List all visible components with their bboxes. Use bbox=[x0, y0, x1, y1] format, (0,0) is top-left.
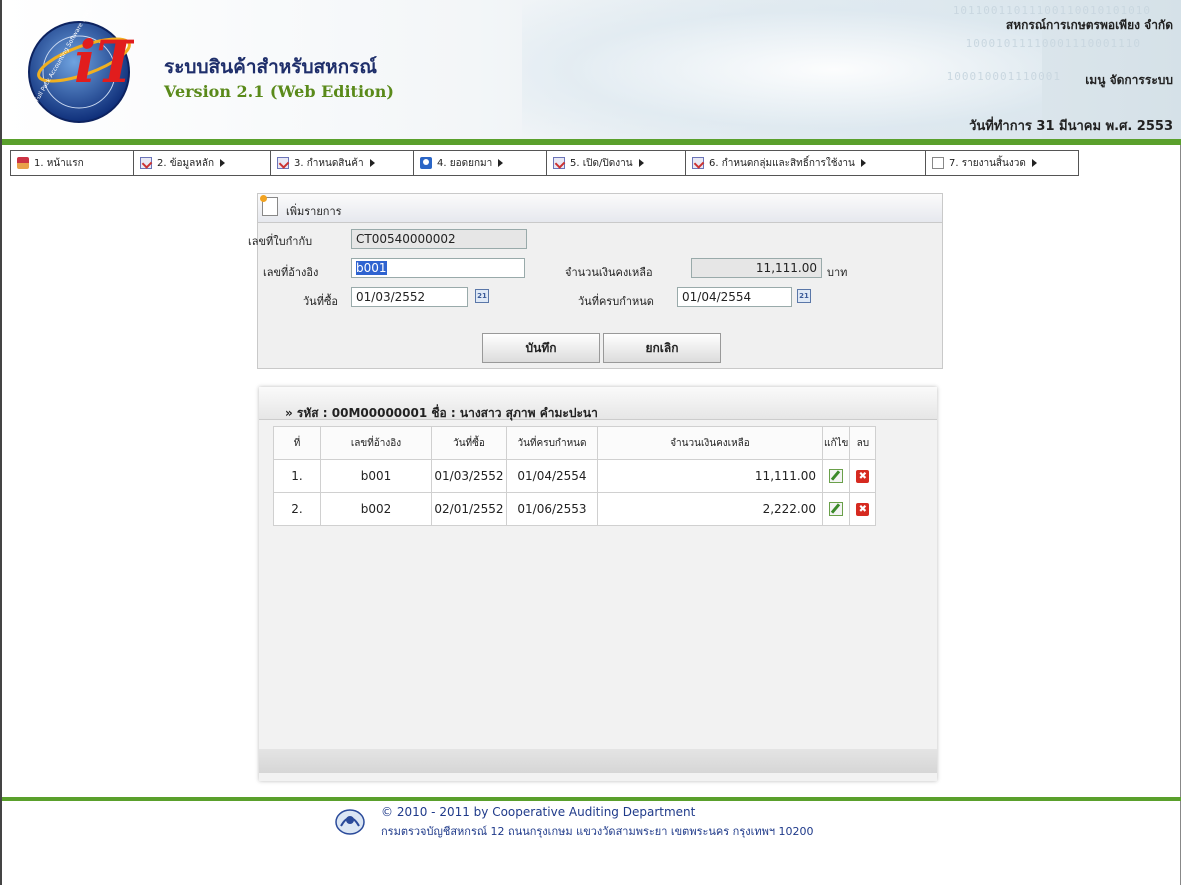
work-date-value: 31 มีนาคม พ.ศ. 2553 bbox=[1036, 119, 1173, 134]
delete-icon[interactable]: ✖ bbox=[856, 470, 870, 483]
column-header-edit: แก้ไข bbox=[821, 426, 851, 460]
cell-delete: ✖ bbox=[849, 459, 877, 493]
footer-divider bbox=[2, 797, 1181, 801]
invoice-number-field[interactable]: CT00540000002 bbox=[351, 229, 527, 249]
department-address: กรมตรวจบัญชีสหกรณ์ 12 ถนนกรุงเกษม แขวงวั… bbox=[381, 825, 814, 838]
submenu-arrow-icon bbox=[638, 159, 644, 167]
panel-title: เพิ่มรายการ bbox=[286, 205, 342, 218]
submenu-arrow-icon bbox=[860, 159, 866, 167]
column-header-no: ที่ bbox=[273, 426, 321, 460]
reference-number-value: b001 bbox=[356, 261, 387, 275]
cell-balance: 2,222.00 bbox=[597, 492, 823, 526]
reference-number-label: เลขที่อ้างอิง bbox=[263, 266, 319, 279]
checklist-icon bbox=[140, 157, 152, 169]
logo-text: iT bbox=[74, 28, 134, 96]
work-date-label: วันที่ทำการ bbox=[969, 119, 1032, 134]
menu-item-label: 4. ยอดยกมา bbox=[437, 157, 493, 169]
calendar-icon[interactable]: 21 bbox=[797, 289, 811, 303]
cell-purchase-date: 02/01/2552 bbox=[431, 492, 507, 526]
menu-item-label: 7. รายงานสิ้นงวด bbox=[949, 157, 1026, 169]
records-panel-header: » รหัส : 00M00000001 ชื่อ : นางสาว สุภาพ… bbox=[259, 387, 937, 420]
balance-field[interactable]: 11,111.00 bbox=[691, 258, 822, 278]
cooperative-name: สหกรณ์การเกษตรพอเพียง จำกัด bbox=[1005, 18, 1173, 32]
app-version: Version 2.1 (Web Edition) bbox=[164, 82, 394, 101]
member-info-title: » รหัส : 00M00000001 ชื่อ : นางสาว สุภาพ… bbox=[285, 406, 598, 420]
column-header-purchase-date: วันที่ซื้อ bbox=[431, 426, 507, 460]
cell-due-date: 01/06/2553 bbox=[506, 492, 598, 526]
table-row: 2. b002 02/01/2552 01/06/2553 2,222.00 ✖ bbox=[273, 492, 877, 526]
balance-label: จำนวนเงินคงเหลือ bbox=[565, 266, 653, 279]
menu-item-period-report[interactable]: 7. รายงานสิ้นงวด bbox=[926, 151, 1078, 175]
checklist-icon bbox=[692, 157, 704, 169]
calendar-icon[interactable]: 21 bbox=[475, 289, 489, 303]
menu-item-home[interactable]: 1. หน้าแรก bbox=[11, 151, 134, 175]
fas-logo: iT Full Pack Accounting Software : FAS bbox=[28, 10, 134, 123]
column-header-due-date: วันที่ครบกำหนด bbox=[506, 426, 598, 460]
menu-item-label: 2. ข้อมูลหลัก bbox=[157, 157, 215, 169]
home-icon bbox=[17, 157, 29, 169]
add-record-panel: เพิ่มรายการ bbox=[257, 193, 943, 369]
edit-icon[interactable] bbox=[829, 469, 844, 484]
purchase-date-label: วันที่ซื้อ bbox=[303, 295, 339, 308]
menu-item-label: 5. เปิด/ปิดงาน bbox=[570, 157, 633, 169]
table-header-row: ที่ เลขที่อ้างอิง วันที่ซื้อ วันที่ครบกำ… bbox=[273, 426, 877, 460]
column-header-balance: จำนวนเงินคงเหลือ bbox=[597, 426, 823, 460]
main-menu: 1. หน้าแรก 2. ข้อมูลหลัก 3. กำหนดสินค้า … bbox=[10, 150, 1079, 176]
menu-item-label: 6. กำหนดกลุ่มและสิทธิ์การใช้งาน bbox=[709, 157, 855, 169]
cell-edit bbox=[821, 492, 851, 526]
copyright-text: © 2010 - 2011 by Cooperative Auditing De… bbox=[381, 805, 696, 819]
invoice-number-label: เลขที่ใบกำกับ bbox=[248, 235, 313, 248]
checklist-icon bbox=[553, 157, 565, 169]
records-panel: » รหัส : 00M00000001 ชื่อ : นางสาว สุภาพ… bbox=[259, 387, 937, 781]
menu-item-groups-permissions[interactable]: 6. กำหนดกลุ่มและสิทธิ์การใช้งาน bbox=[686, 151, 926, 175]
delete-icon[interactable]: ✖ bbox=[856, 503, 870, 516]
menu-item-label: 3. กำหนดสินค้า bbox=[294, 157, 364, 169]
menu-item-define-product[interactable]: 3. กำหนดสินค้า bbox=[271, 151, 414, 175]
save-button[interactable]: บันทึก bbox=[482, 333, 600, 363]
panel-header: เพิ่มรายการ bbox=[258, 194, 942, 223]
header-binary-pattern: 100010001110001 bbox=[946, 70, 1061, 83]
app-header: 10110011011100110010101010 1000101111000… bbox=[2, 0, 1181, 139]
page-icon bbox=[932, 157, 944, 169]
header-divider bbox=[2, 139, 1181, 145]
reference-number-input[interactable]: b001 bbox=[351, 258, 525, 278]
records-panel-footer bbox=[259, 749, 937, 773]
cell-edit bbox=[821, 459, 851, 493]
submenu-arrow-icon bbox=[498, 159, 504, 167]
cell-reference: b001 bbox=[320, 459, 432, 493]
cell-no: 1. bbox=[273, 459, 321, 493]
department-seal-icon bbox=[335, 809, 365, 835]
menu-item-open-close-work[interactable]: 5. เปิด/ปิดงาน bbox=[547, 151, 686, 175]
submenu-arrow-icon bbox=[220, 159, 226, 167]
menu-item-label: 1. หน้าแรก bbox=[34, 157, 84, 169]
cancel-button[interactable]: ยกเลิก bbox=[603, 333, 721, 363]
cell-balance: 11,111.00 bbox=[597, 459, 823, 493]
header-binary-pattern: 10001011110001110001110 bbox=[965, 37, 1141, 50]
table-row: 1. b001 01/03/2552 01/04/2554 11,111.00 … bbox=[273, 459, 877, 493]
cell-purchase-date: 01/03/2552 bbox=[431, 459, 507, 493]
records-table: ที่ เลขที่อ้างอิง วันที่ซื้อ วันที่ครบกำ… bbox=[273, 426, 877, 526]
info-icon bbox=[420, 157, 432, 169]
system-menu-label: เมนู จัดการระบบ bbox=[1085, 73, 1173, 87]
submenu-arrow-icon bbox=[369, 159, 375, 167]
column-header-delete: ลบ bbox=[849, 426, 877, 460]
submenu-arrow-icon bbox=[1031, 159, 1037, 167]
edit-icon[interactable] bbox=[829, 502, 844, 517]
cell-no: 2. bbox=[273, 492, 321, 526]
menu-item-opening-balance[interactable]: 4. ยอดยกมา bbox=[414, 151, 547, 175]
app-title: ระบบสินค้าสำหรับสหกรณ์ bbox=[164, 56, 378, 78]
cell-due-date: 01/04/2554 bbox=[506, 459, 598, 493]
due-date-label: วันที่ครบกำหนด bbox=[578, 295, 654, 308]
checklist-icon bbox=[277, 157, 289, 169]
cell-reference: b002 bbox=[320, 492, 432, 526]
cell-delete: ✖ bbox=[849, 492, 877, 526]
purchase-date-input[interactable]: 01/03/2552 bbox=[351, 287, 468, 307]
due-date-input[interactable]: 01/04/2554 bbox=[677, 287, 792, 307]
menu-item-master-data[interactable]: 2. ข้อมูลหลัก bbox=[134, 151, 271, 175]
new-document-icon bbox=[260, 195, 278, 216]
balance-unit: บาท bbox=[827, 266, 848, 279]
column-header-reference: เลขที่อ้างอิง bbox=[320, 426, 432, 460]
work-date: วันที่ทำการ 31 มีนาคม พ.ศ. 2553 bbox=[969, 115, 1173, 136]
